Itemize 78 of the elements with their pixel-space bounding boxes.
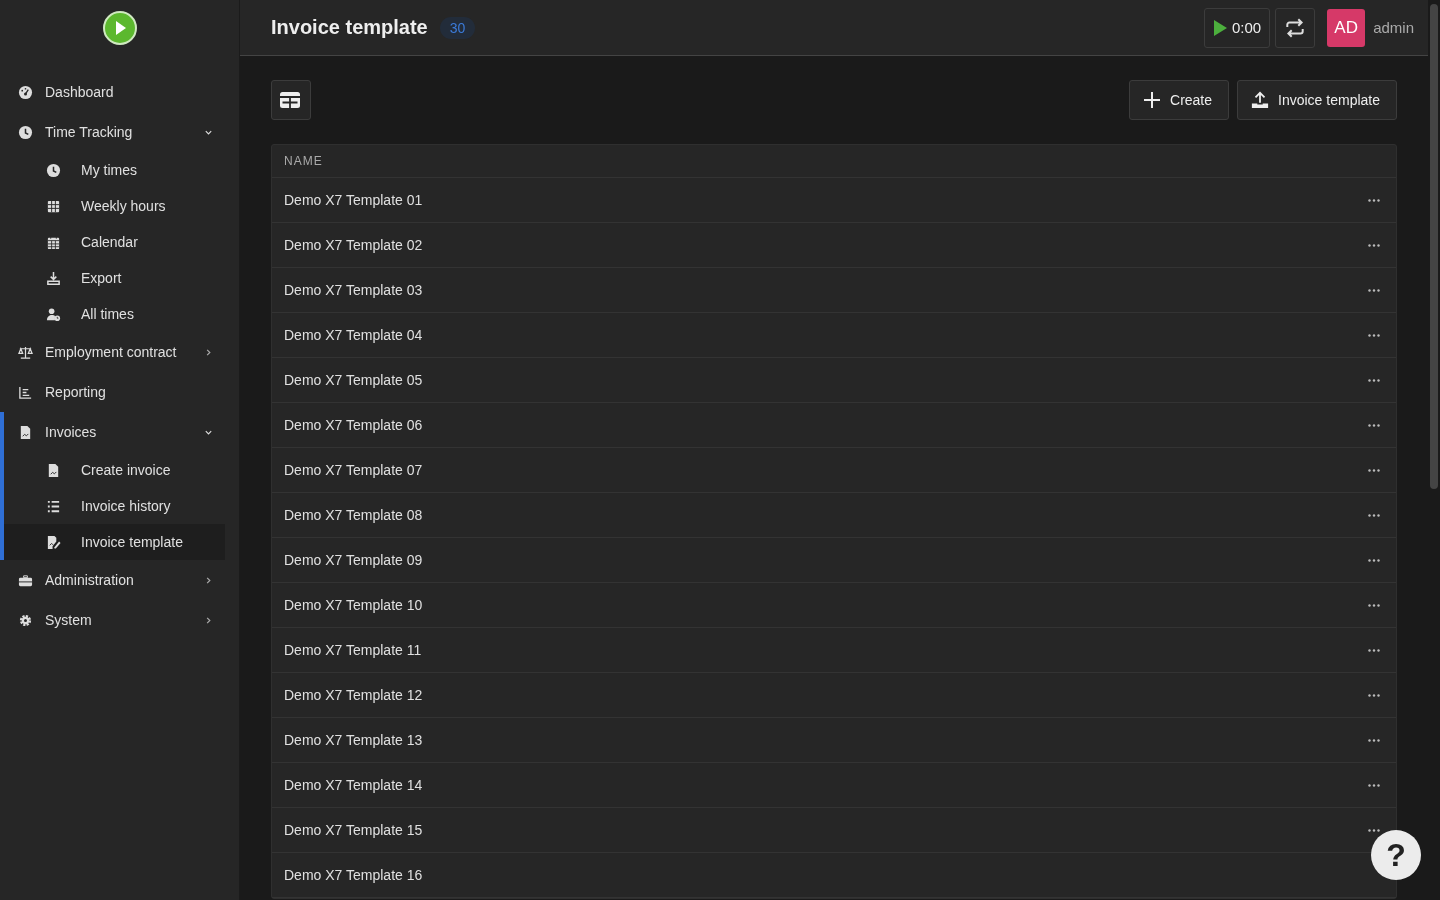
- clock-icon: [18, 124, 33, 140]
- upload-button[interactable]: Invoice template: [1237, 80, 1397, 120]
- more-icon[interactable]: [1368, 603, 1380, 607]
- nav-subitem[interactable]: Invoice history: [4, 488, 225, 524]
- nav-item[interactable]: Administration: [4, 560, 225, 600]
- table-cell: Demo X7 Template 15: [284, 822, 423, 838]
- document-pen-icon: [46, 534, 61, 550]
- table-view-button[interactable]: [271, 80, 311, 120]
- table-cell: Demo X7 Template 04: [284, 327, 423, 343]
- scale-icon: [18, 344, 33, 360]
- grid-icon: [46, 198, 61, 214]
- table-cell: Demo X7 Template 10: [284, 597, 423, 613]
- user-name[interactable]: admin: [1373, 19, 1416, 36]
- nav-subitem[interactable]: Create invoice: [4, 452, 225, 488]
- table-cell: Demo X7 Template 01: [284, 192, 423, 208]
- nav-subitem[interactable]: Calendar: [4, 224, 225, 260]
- list-icon: [46, 498, 61, 514]
- table-cell: Demo X7 Template 05: [284, 372, 423, 388]
- table-icon: [279, 92, 300, 108]
- more-icon[interactable]: [1368, 333, 1380, 337]
- table-cell: Demo X7 Template 11: [284, 642, 422, 658]
- table-cell: Demo X7 Template 09: [284, 552, 423, 568]
- count-badge: 30: [439, 16, 476, 39]
- nav-item[interactable]: Dashboard: [4, 72, 225, 112]
- nav-subitem[interactable]: Invoice template: [4, 524, 225, 560]
- more-icon[interactable]: [1368, 198, 1380, 202]
- user-avatar[interactable]: AD: [1327, 8, 1366, 47]
- page-title: Invoice template: [271, 16, 428, 39]
- play-icon: [1212, 19, 1227, 36]
- timer-button[interactable]: 0:00: [1203, 7, 1271, 48]
- more-icon[interactable]: [1368, 738, 1380, 742]
- more-icon[interactable]: [1368, 648, 1380, 652]
- table-cell: Demo X7 Template 14: [284, 777, 423, 793]
- nav-item[interactable]: Reporting: [4, 372, 225, 412]
- more-icon[interactable]: [1368, 513, 1380, 517]
- sync-button[interactable]: [1275, 7, 1316, 48]
- more-icon[interactable]: [1368, 243, 1380, 247]
- more-icon[interactable]: [1368, 558, 1380, 562]
- help-button[interactable]: ?: [1371, 830, 1421, 880]
- nav-item[interactable]: Time Tracking: [4, 112, 225, 152]
- gauge-icon: [18, 84, 33, 100]
- document-icon: [18, 424, 33, 440]
- nav-item[interactable]: Invoices: [4, 412, 225, 452]
- column-header[interactable]: NAME: [272, 145, 1396, 178]
- upload-icon: [1251, 91, 1270, 109]
- table-cell: Demo X7 Template 16: [284, 867, 423, 883]
- chart-icon: [18, 384, 33, 400]
- more-icon[interactable]: [1368, 378, 1380, 382]
- table-cell: Demo X7 Template 13: [284, 732, 423, 748]
- nav-subitem[interactable]: Weekly hours: [4, 188, 225, 224]
- more-icon[interactable]: [1368, 693, 1380, 697]
- nav-subitem[interactable]: My times: [4, 152, 225, 188]
- create-button[interactable]: Create: [1129, 80, 1230, 120]
- nav-subitem[interactable]: All times: [4, 296, 225, 332]
- more-icon[interactable]: [1368, 423, 1380, 427]
- more-icon[interactable]: [1368, 468, 1380, 472]
- more-icon[interactable]: [1368, 828, 1380, 832]
- table-cell: Demo X7 Template 12: [284, 687, 423, 703]
- download-icon: [46, 270, 61, 286]
- table-cell: Demo X7 Template 08: [284, 507, 423, 523]
- toolbox-icon: [18, 572, 33, 588]
- calendar-icon: [46, 234, 61, 250]
- user-clock-icon: [46, 306, 61, 322]
- nav-item[interactable]: System: [4, 600, 225, 640]
- logo-icon[interactable]: [102, 11, 137, 45]
- table-cell: Demo X7 Template 02: [284, 237, 423, 253]
- document-icon: [46, 462, 61, 478]
- table-cell: Demo X7 Template 03: [284, 282, 423, 298]
- more-icon[interactable]: [1368, 783, 1380, 787]
- nav-subitem[interactable]: Export: [4, 260, 225, 296]
- repeat-icon: [1284, 16, 1307, 39]
- plus-icon: [1143, 91, 1161, 109]
- gear-icon: [18, 612, 33, 628]
- table-cell: Demo X7 Template 07: [284, 462, 423, 478]
- clock-icon: [46, 162, 61, 178]
- more-icon[interactable]: [1368, 288, 1380, 292]
- nav-item[interactable]: Employment contract: [4, 332, 225, 372]
- table-cell: Demo X7 Template 06: [284, 417, 423, 433]
